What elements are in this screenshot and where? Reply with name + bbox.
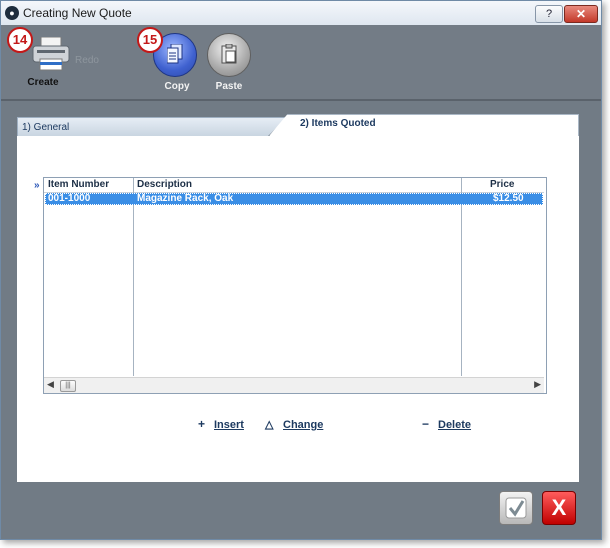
cell-item-number: 001-1000 — [48, 193, 91, 204]
window-title: Creating New Quote — [23, 6, 132, 20]
delete-button[interactable]: Delete — [438, 419, 471, 431]
title-bar: ● Creating New Quote ? ✕ — [1, 1, 601, 26]
items-quoted-panel: » Item Number Description Price 001-1000… — [17, 136, 579, 482]
change-label: Change — [283, 419, 324, 431]
column-header-price[interactable]: Price — [490, 179, 514, 190]
current-row-marker: » — [34, 180, 40, 191]
cell-description: Magazine Rack, Oak — [137, 193, 234, 204]
delete-label: Delete — [438, 419, 472, 431]
column-divider — [133, 178, 134, 376]
column-divider — [461, 178, 462, 376]
column-header-item-number[interactable]: Item Number — [48, 179, 109, 190]
ok-button[interactable] — [499, 491, 533, 525]
cell-price: $12.50 — [493, 193, 524, 204]
cancel-button[interactable]: X — [542, 491, 576, 525]
tab-general[interactable]: 1) General — [17, 117, 287, 136]
toolbar: Create 14 Redo Copy 15 Paste — [1, 25, 601, 101]
table-row[interactable]: 001-1000 Magazine Rack, Oak $12.50 — [45, 193, 543, 205]
delete-minus-icon: − — [422, 417, 430, 431]
tab-items-quoted[interactable]: 2) Items Quoted — [269, 114, 579, 136]
paste-label: Paste — [215, 81, 243, 92]
scroll-right-arrow-icon[interactable]: ▶ — [534, 379, 541, 390]
copy-icon — [167, 44, 183, 64]
insert-plus-icon: + — [198, 417, 206, 431]
paste-icon — [221, 44, 237, 64]
column-header-description[interactable]: Description — [137, 179, 192, 190]
table-header: Item Number Description Price — [44, 178, 544, 193]
create-label: Create — [27, 77, 59, 88]
horizontal-scrollbar[interactable]: ◀ ||| ▶ — [44, 377, 544, 393]
insert-label: Insert — [214, 419, 244, 431]
checkmark-icon — [505, 497, 527, 519]
change-triangle-icon: △ — [265, 419, 274, 431]
redo-button[interactable]: Redo — [57, 55, 117, 66]
app-icon: ● — [5, 6, 19, 20]
paste-round — [207, 33, 251, 77]
paste-button[interactable]: Paste — [199, 31, 259, 97]
scroll-thumb[interactable]: ||| — [60, 380, 76, 392]
callout-badge-15: 15 — [137, 27, 163, 53]
scroll-left-arrow-icon[interactable]: ◀ — [47, 379, 54, 390]
copy-label: Copy — [164, 81, 190, 92]
insert-button[interactable]: Insert — [214, 419, 244, 431]
callout-badge-14: 14 — [7, 27, 33, 53]
close-button[interactable]: ✕ — [564, 5, 598, 23]
items-table: Item Number Description Price 001-1000 M… — [43, 177, 547, 394]
change-button[interactable]: Change — [283, 419, 323, 431]
dialog-window: ● Creating New Quote ? ✕ Create 14 Redo — [0, 0, 602, 540]
tab-strip: 1) General 2) Items Quoted — [17, 114, 579, 136]
help-button[interactable]: ? — [535, 5, 563, 23]
